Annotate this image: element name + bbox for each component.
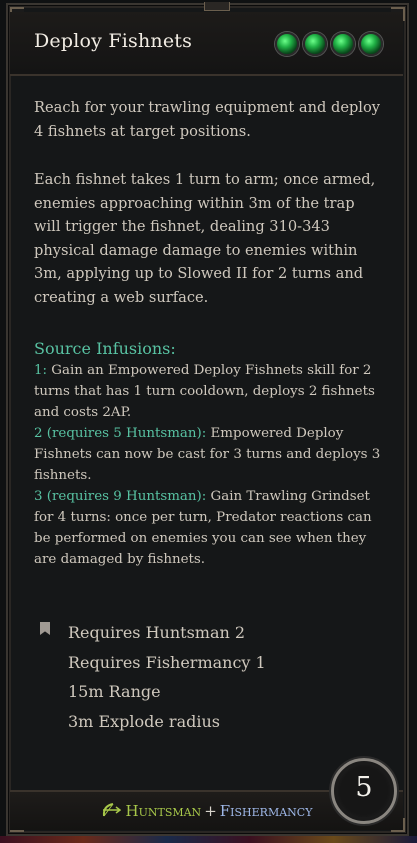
action-point-icon xyxy=(303,32,327,56)
hotbar-strip xyxy=(0,836,417,843)
tooltip-header: Deploy Fishnets xyxy=(10,12,403,76)
action-point-icon xyxy=(275,32,299,56)
infusions-title: Source Infusions: xyxy=(34,339,176,358)
frame-ornament xyxy=(204,2,230,11)
infusion-item: 3 (requires 9 Huntsman): Gain Trawling G… xyxy=(34,486,389,570)
requirements-list: Requires Huntsman 2 Requires Fishermancy… xyxy=(68,618,266,736)
action-point-icon xyxy=(331,32,355,56)
action-point-orbs xyxy=(275,32,383,56)
school-huntsman: Huntsman xyxy=(125,802,202,820)
infusion-item: 1: Gain an Empowered Deploy Fishnets ski… xyxy=(34,360,389,423)
skill-description-detail: Each fishnet takes 1 turn to arm; once a… xyxy=(34,171,376,306)
school-fishermancy: Fishermancy xyxy=(219,802,313,820)
infusion-text: Gain an Empowered Deploy Fishnets skill … xyxy=(34,363,375,420)
cooldown-value: 5 xyxy=(355,772,373,803)
infusions-list: 1: Gain an Empowered Deploy Fishnets ski… xyxy=(34,360,389,570)
infusion-item: 2 (requires 5 Huntsman): Empowered Deplo… xyxy=(34,423,389,486)
infusion-label: 2 (requires 5 Huntsman): xyxy=(34,426,207,441)
infusion-label: 1: xyxy=(34,363,48,378)
requirement-item: Requires Fishermancy 1 xyxy=(68,652,266,672)
cooldown-indicator: 5 xyxy=(331,758,397,824)
requirement-item: Requires Huntsman 2 xyxy=(68,623,246,642)
bow-arrow-icon xyxy=(102,803,121,817)
explode-radius-stat: 3m Explode radius xyxy=(68,711,220,731)
school-separator: + xyxy=(204,802,217,820)
skill-title: Deploy Fishnets xyxy=(34,30,193,52)
range-stat: 15m Range xyxy=(68,682,161,701)
skill-description: Reach for your trawling equipment and de… xyxy=(34,99,380,140)
action-point-icon xyxy=(359,32,383,56)
infusion-label: 3 (requires 9 Huntsman): xyxy=(34,489,207,504)
